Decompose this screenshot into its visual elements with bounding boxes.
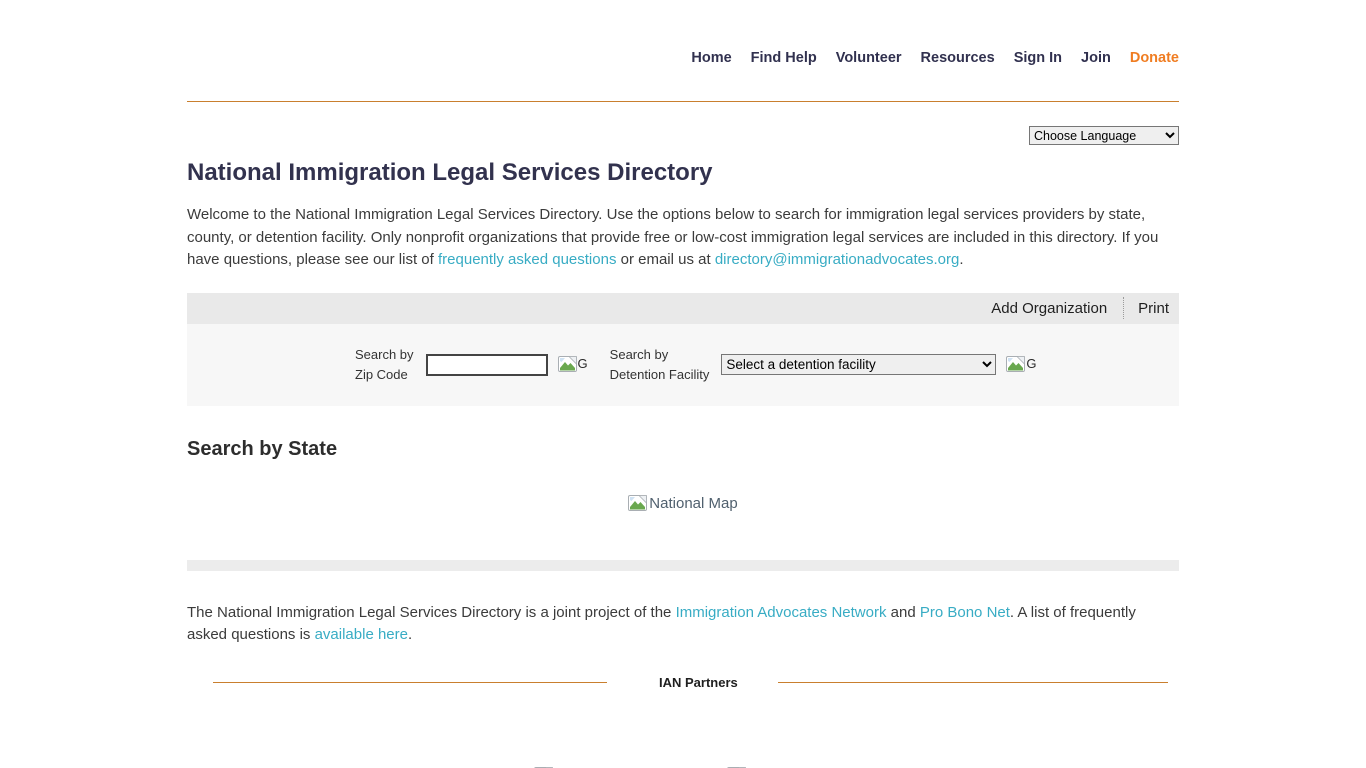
footer-text-after: . — [408, 626, 412, 643]
broken-image-icon — [628, 495, 647, 512]
broken-image-icon — [558, 356, 577, 373]
national-map-row: National Map — [187, 495, 1179, 512]
zip-go-broken-image[interactable]: G — [558, 356, 588, 373]
ian-partners-heading-row: IAN Partners — [187, 675, 1179, 690]
footer-text-and: and — [886, 604, 919, 621]
facility-go-broken-image[interactable]: G — [1006, 356, 1036, 373]
zip-go-alt-text: G — [578, 356, 588, 371]
faq-link[interactable]: frequently asked questions — [438, 251, 616, 268]
ian-partners-line-left — [213, 682, 607, 683]
search-by-state-heading: Search by State — [187, 438, 1179, 461]
toolbar-separator — [1123, 297, 1124, 319]
immigration-advocates-network-link[interactable]: Immigration Advocates Network — [676, 604, 887, 621]
ian-partners-heading: IAN Partners — [659, 675, 738, 690]
intro-paragraph: Welcome to the National Immigration Lega… — [187, 204, 1177, 272]
pro-bono-net-link[interactable]: Pro Bono Net — [920, 604, 1010, 621]
ian-partners-line-right — [778, 682, 1168, 683]
search-panel: Search by Zip Code G Search by Detention… — [187, 324, 1179, 406]
add-organization-button[interactable]: Add Organization — [991, 300, 1109, 317]
nav-item-resources[interactable]: Resources — [921, 50, 995, 66]
broken-image-icon — [1006, 356, 1025, 373]
nav-item-find-help[interactable]: Find Help — [751, 50, 817, 66]
footer-text: The National Immigration Legal Services … — [187, 604, 676, 621]
intro-text-after: . — [959, 251, 963, 268]
nav-item-sign-in[interactable]: Sign In — [1014, 50, 1062, 66]
page-container: Home Find Help Volunteer Resources Sign … — [187, 0, 1179, 768]
nav-item-join[interactable]: Join — [1081, 50, 1111, 66]
language-row: Choose Language — [187, 126, 1179, 145]
zip-search-label: Search by Zip Code — [355, 345, 414, 385]
language-select[interactable]: Choose Language — [1029, 126, 1179, 145]
directory-toolbar: Add Organization Print — [187, 293, 1179, 324]
facility-search-label: Search by Detention Facility — [610, 345, 710, 385]
top-navigation: Home Find Help Volunteer Resources Sign … — [187, 0, 1179, 66]
available-here-link[interactable]: available here — [315, 626, 408, 643]
intro-text-middle: or email us at — [616, 251, 714, 268]
detention-facility-select[interactable]: Select a detention facility — [721, 354, 996, 375]
nav-item-home[interactable]: Home — [691, 50, 731, 66]
national-map-broken-image[interactable]: National Map — [628, 495, 737, 512]
national-map-alt-text: National Map — [649, 495, 737, 512]
email-link[interactable]: directory@immigrationadvocates.org — [715, 251, 960, 268]
page-title: National Immigration Legal Services Dire… — [187, 159, 1179, 187]
facility-go-alt-text: G — [1026, 356, 1036, 371]
nav-item-volunteer[interactable]: Volunteer — [836, 50, 902, 66]
zip-code-input[interactable] — [426, 354, 548, 376]
nav-item-donate[interactable]: Donate — [1130, 50, 1179, 66]
footer-note: The National Immigration Legal Services … — [187, 602, 1179, 647]
header-divider — [187, 101, 1179, 102]
section-divider-bar — [187, 560, 1179, 571]
print-button[interactable]: Print — [1138, 300, 1169, 317]
